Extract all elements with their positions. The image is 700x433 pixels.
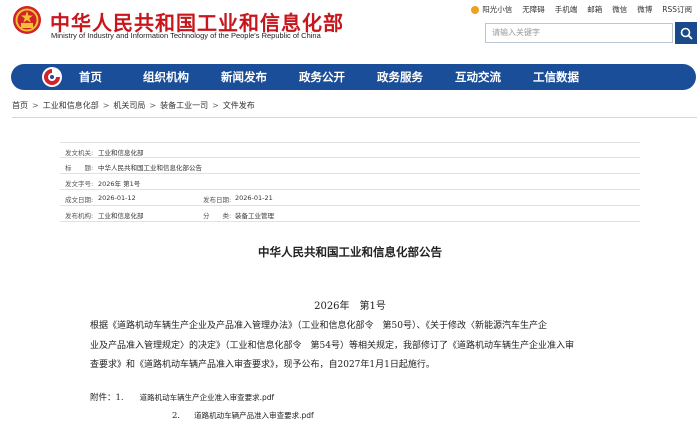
meta-created-label: 成文日期: [65,196,94,204]
nav-item-data[interactable]: 工信数据 [533,69,579,85]
search-icon [680,27,693,40]
meta-title-value: 中华人民共和国工业和信息化部公告 [98,164,202,172]
meta-issuer-label: 发文机关: [65,149,94,157]
national-emblem-icon[interactable] [12,5,42,35]
breadcrumb-documents[interactable]: 文件发布 [223,101,255,110]
breadcrumb-separator: > [212,101,219,110]
miit-logo-icon [42,67,62,87]
site-subtitle: Ministry of Industry and Information Tec… [51,31,321,40]
attachment-2: 2. 道路机动车辆产品准入审查要求.pdf [172,410,314,421]
meta-created-value: 2026-01-12 [98,194,136,202]
top-link-weibo[interactable]: 微博 [637,4,652,15]
top-links: 阳光小信 无障碍 手机端 邮箱 微信 微博 RSS订阅 [471,4,692,15]
nav-item-services[interactable]: 政务服务 [377,69,423,85]
meta-publisher-label: 发布机构: [65,212,94,220]
breadcrumb-departments[interactable]: 机关司局 [113,101,145,110]
document-number: 2026年 第1号 [314,301,386,312]
meta-doc-number-value: 2026年 第1号 [98,180,141,188]
top-link-mobile[interactable]: 手机端 [555,4,578,15]
meta-issuer-value: 工业和信息化部 [98,149,144,157]
body-line: 查要求》和《道路机动车辆产品准入审查要求》，现予公布，自2027年1月1日起施行… [90,360,435,370]
top-link-mail[interactable]: 邮箱 [587,4,602,15]
attachment-1: 附件：1. 道路机动车辆生产企业准入审查要求.pdf [90,391,274,403]
nav-item-interaction[interactable]: 互动交流 [455,69,501,85]
attachment-1-link[interactable]: 道路机动车辆生产企业准入审查要求.pdf [140,393,275,402]
breadcrumb-separator: > [149,101,157,110]
search-input[interactable]: 请输入关键字 [485,23,673,43]
meta-row-dates: 成文日期: 2026-01-12 发布日期: 2026-01-21 [60,190,640,206]
meta-title-label: 标 题: [65,164,94,172]
breadcrumb: 首页 > 工业和信息化部 > 机关司局 > 装备工业一司 > 文件发布 [12,100,255,111]
attachment-2-link[interactable]: 道路机动车辆产品准入审查要求.pdf [194,411,314,420]
site-header: 中华人民共和国工业和信息化部 Ministry of Industry and … [0,0,700,60]
document-body: 根据《道路机动车辆生产企业及产品准入管理办法》（工业和信息化部令 第50号）、《… [90,317,610,376]
breadcrumb-divider [12,117,697,118]
breadcrumb-separator: > [102,101,110,110]
body-line: 业及产品准入管理规定〉的决定》（工业和信息化部令 第54号）等相关规定，我部修订… [90,340,574,351]
meta-row-doc-number: 发文字号: 2026年 第1号 [60,174,640,190]
body-line: 根据《道路机动车辆生产企业及产品准入管理办法》（工业和信息化部令 第50号）、《… [90,321,547,331]
meta-publisher-value: 工业和信息化部 [98,212,144,220]
meta-published-label: 发布日期: [203,196,232,204]
meta-category-value: 装备工业管理 [235,212,274,220]
breadcrumb-separator: > [32,101,39,110]
meta-category-label: 分 类: [203,212,232,220]
nav-item-public-affairs[interactable]: 政务公开 [299,69,345,85]
nav-home-logo[interactable] [39,64,65,90]
search-button[interactable] [675,22,697,44]
meta-row-title: 标 题: 中华人民共和国工业和信息化部公告 [60,158,640,174]
top-link-sunshine[interactable]: 阳光小信 [471,4,512,15]
attachment-label: 附件：1. [90,393,124,403]
meta-row-issuer: 发文机关: 工业和信息化部 [60,142,640,158]
breadcrumb-ministry[interactable]: 工业和信息化部 [43,101,99,110]
attachment-2-number: 2. [172,411,181,421]
meta-doc-number-label: 发文字号: [65,180,94,188]
top-link-rss[interactable]: RSS订阅 [662,4,692,15]
document-heading: 中华人民共和国工业和信息化部公告 [258,245,442,259]
main-nav: 首页 组织机构 新闻发布 政务公开 政务服务 互动交流 工信数据 [11,64,696,90]
document-meta-table: 发文机关: 工业和信息化部 标 题: 中华人民共和国工业和信息化部公告 发文字号… [60,142,640,222]
meta-row-publisher: 发布机构: 工业和信息化部 分 类: 装备工业管理 [60,206,640,222]
sun-icon [471,6,480,14]
nav-item-organization[interactable]: 组织机构 [143,69,189,85]
nav-item-news[interactable]: 新闻发布 [221,69,267,85]
breadcrumb-home[interactable]: 首页 [12,101,28,110]
top-link-accessibility[interactable]: 无障碍 [522,4,545,15]
nav-item-home[interactable]: 首页 [79,69,102,85]
breadcrumb-equipment-dept[interactable]: 装备工业一司 [160,101,208,110]
meta-published-value: 2026-01-21 [235,194,273,202]
top-link-wechat[interactable]: 微信 [612,4,627,15]
